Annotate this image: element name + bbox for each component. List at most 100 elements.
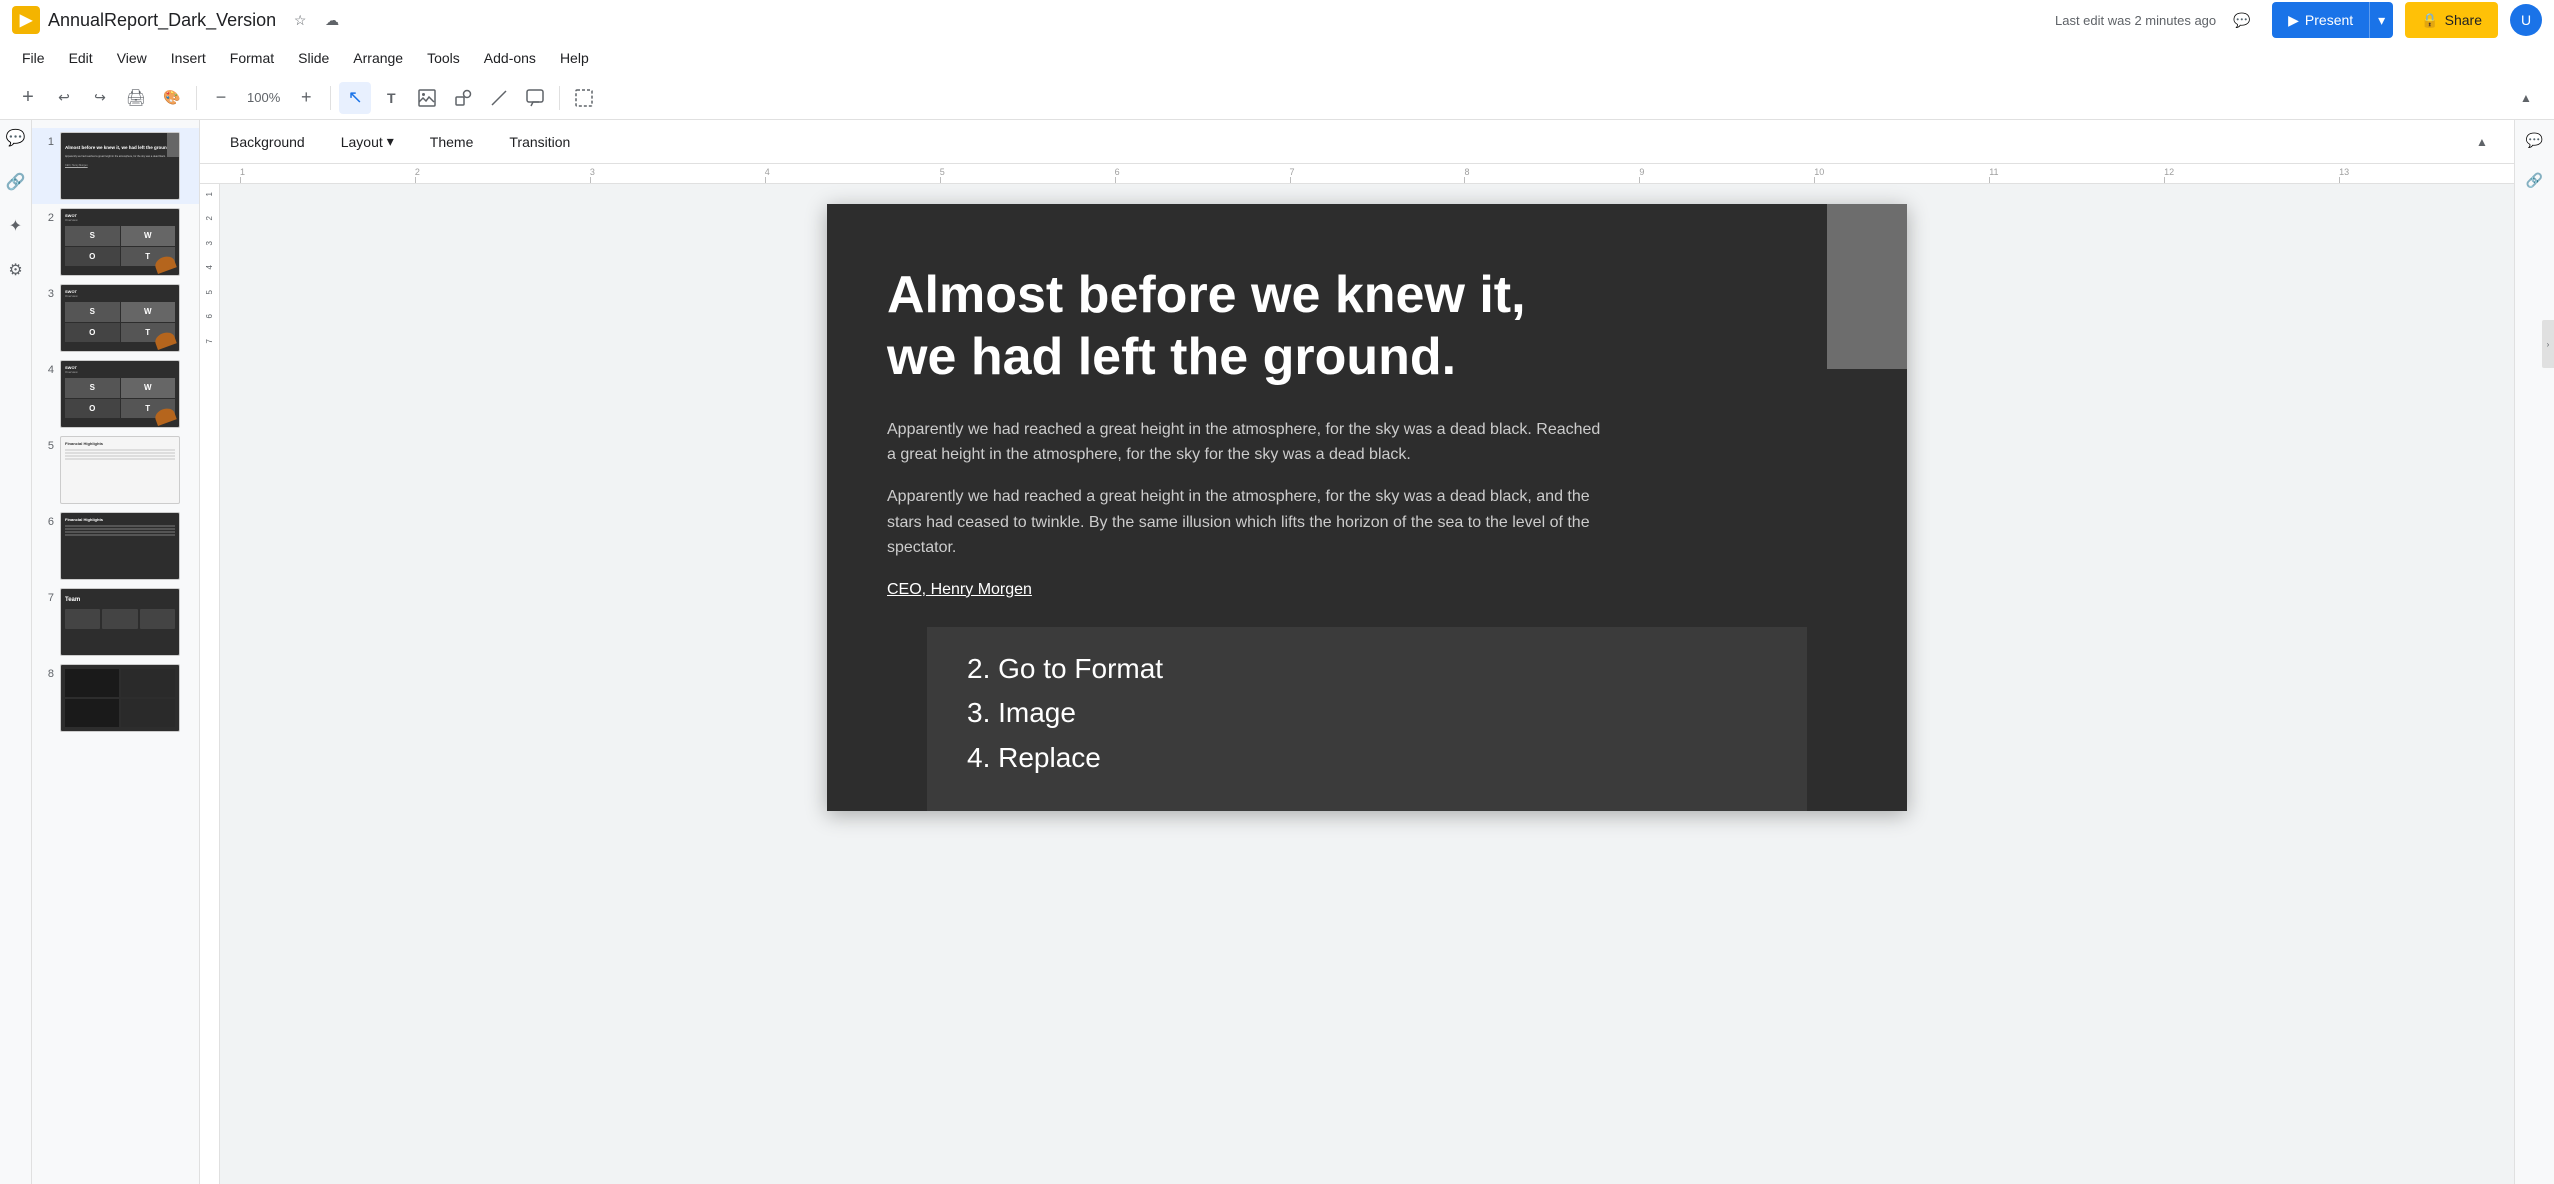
popup-overlay: 2. Go to Format 3. Image 4. Replace [927, 627, 1807, 811]
menu-bar: File Edit View Insert Format Slide Arran… [0, 40, 2554, 76]
slide-gray-rectangle [1827, 204, 1907, 369]
vertical-ruler: 1 2 3 4 5 6 7 [200, 184, 220, 1184]
slide-number-7: 7 [40, 592, 54, 604]
menu-arrange[interactable]: Arrange [343, 46, 413, 70]
theme-button[interactable]: Theme [416, 128, 488, 156]
menu-insert[interactable]: Insert [161, 46, 216, 70]
slide-item-6[interactable]: 6 Financial Highlights [32, 508, 199, 584]
slide-item-1[interactable]: 1 Almost before we knew it, we had left … [32, 128, 199, 204]
zoom-in-button[interactable]: + [290, 82, 322, 114]
canvas-area: Almost before we knew it, we had left th… [220, 184, 2514, 1184]
workspace: 💬 🔗 ✦ ⚙ 1 Almost before we knew it, we h… [0, 120, 2554, 1184]
explore-panel-icon[interactable]: ⚙ [6, 260, 26, 280]
comments-icon-btn[interactable]: 💬 [2224, 2, 2260, 38]
title-icons: ☆ ☁ [288, 8, 344, 32]
user-avatar[interactable]: U [2510, 4, 2542, 36]
right-panel: 💬 🔗 › [2514, 120, 2554, 1184]
last-edit-text: Last edit was 2 minutes ago [2055, 13, 2216, 28]
animations-panel-icon[interactable]: ✦ [6, 216, 26, 236]
slide-item-7[interactable]: 7 Team [32, 584, 199, 660]
right-comments-icon[interactable]: 💬 [2523, 128, 2547, 152]
menu-tools[interactable]: Tools [417, 46, 470, 70]
slide-number-4: 4 [40, 364, 54, 376]
undo-button[interactable]: ↩ [48, 82, 80, 114]
present-chevron: ▾ [2378, 12, 2385, 29]
shapes-tool-button[interactable] [447, 82, 479, 114]
slide-icons-panel: 💬 🔗 ✦ ⚙ [0, 120, 32, 1184]
add-slide-button[interactable]: + [12, 82, 44, 114]
slide-thumb-3: SWOT Overview S W O T [60, 284, 180, 352]
menu-view[interactable]: View [107, 46, 157, 70]
present-dropdown[interactable]: ▾ [2369, 2, 2393, 38]
menu-format[interactable]: Format [220, 46, 284, 70]
image-tool-button[interactable] [411, 82, 443, 114]
layout-chevron: ▾ [387, 133, 394, 150]
menu-addons[interactable]: Add-ons [474, 46, 546, 70]
share-button[interactable]: 🔒 Share [2405, 2, 2498, 38]
slide-number-1: 1 [40, 136, 54, 148]
menu-file[interactable]: File [12, 46, 55, 70]
popup-item-3: 4. Replace [967, 736, 1767, 781]
separator-2 [330, 86, 331, 110]
toolbar: + ↩ ↪ 🖨 🎨 − 100% + ↖ T ▲ [0, 76, 2554, 120]
slide-number-3: 3 [40, 288, 54, 300]
slide-item-2[interactable]: 2 SWOT Overview S W O T [32, 204, 199, 280]
separator-1 [196, 86, 197, 110]
star-icon[interactable]: ☆ [288, 8, 312, 32]
slide-thumb-4: SWOT Overview S W O T [60, 360, 180, 428]
canvas-row: 1 2 3 4 5 6 7 Almost before we knew it, … [200, 184, 2514, 1184]
slide-toolbar-left: Background Layout ▾ Theme Transition [216, 127, 584, 156]
doc-title: AnnualReport_Dark_Version [48, 10, 276, 31]
slide-main-title[interactable]: Almost before we knew it, we had left th… [887, 264, 1587, 389]
text-tool-button[interactable]: T [375, 82, 407, 114]
collapse-slide-toolbar-button[interactable]: ▲ [2466, 126, 2498, 158]
menu-slide[interactable]: Slide [288, 46, 339, 70]
paint-format-button[interactable]: 🎨 [156, 82, 188, 114]
layout-button[interactable]: Layout ▾ [327, 127, 408, 156]
slide-item-4[interactable]: 4 SWOT Overview S W O T [32, 356, 199, 432]
slide-thumb-2: SWOT Overview S W O T [60, 208, 180, 276]
slide-body-paragraph-2[interactable]: Apparently we had reached a great height… [887, 484, 1607, 561]
main-area: Background Layout ▾ Theme Transition ▲ 1… [200, 120, 2514, 1184]
present-label: Present [2305, 12, 2353, 28]
cloud-icon[interactable]: ☁ [320, 8, 344, 32]
slides-panel: 1 Almost before we knew it, we had left … [32, 120, 200, 1184]
slide-body-paragraph-1[interactable]: Apparently we had reached a great height… [887, 417, 1607, 468]
menu-edit[interactable]: Edit [59, 46, 103, 70]
slide-toolbar: Background Layout ▾ Theme Transition ▲ [200, 120, 2514, 164]
menu-help[interactable]: Help [550, 46, 599, 70]
cursor-tool-button[interactable]: ↖ [339, 82, 371, 114]
print-button[interactable]: 🖨 [120, 82, 152, 114]
slide-number-6: 6 [40, 516, 54, 528]
collapse-toolbar-button[interactable]: ▲ [2510, 82, 2542, 114]
slide-thumb-5: Financial Highlights [60, 436, 180, 504]
links-panel-icon[interactable]: 🔗 [6, 172, 26, 192]
line-tool-button[interactable] [483, 82, 515, 114]
slide-item-5[interactable]: 5 Financial Highlights [32, 432, 199, 508]
background-button[interactable]: Background [216, 128, 319, 156]
present-button[interactable]: ▶ Present [2272, 2, 2369, 38]
right-links-icon[interactable]: 🔗 [2523, 168, 2547, 192]
separator-3 [559, 86, 560, 110]
popup-item-2: 3. Image [967, 691, 1767, 736]
transition-button[interactable]: Transition [495, 128, 584, 156]
comment-tool-button[interactable] [519, 82, 551, 114]
comments-panel-icon[interactable]: 💬 [6, 128, 26, 148]
slide-number-5: 5 [40, 440, 54, 452]
layout-label: Layout [341, 134, 383, 150]
slide-item-3[interactable]: 3 SWOT Overview S W O T [32, 280, 199, 356]
slide-canvas[interactable]: Almost before we knew it, we had left th… [827, 204, 1907, 811]
panel-resize-handle[interactable]: › [2542, 320, 2554, 368]
slide-main-content: Almost before we knew it, we had left th… [827, 204, 1907, 639]
zoom-out-button[interactable]: − [205, 82, 237, 114]
slide-ceo-link[interactable]: CEO, Henry Morgen [887, 581, 1847, 599]
zoom-level: 100% [241, 90, 286, 105]
share-label: Share [2445, 12, 2482, 28]
redo-button[interactable]: ↪ [84, 82, 116, 114]
present-icon: ▶ [2288, 12, 2299, 29]
title-bar: ▶ AnnualReport_Dark_Version ☆ ☁ Last edi… [0, 0, 2554, 40]
select-box-button[interactable] [568, 82, 600, 114]
slide-item-8[interactable]: 8 [32, 660, 199, 736]
slide-thumb-6: Financial Highlights [60, 512, 180, 580]
popup-item-1: 2. Go to Format [967, 647, 1767, 692]
